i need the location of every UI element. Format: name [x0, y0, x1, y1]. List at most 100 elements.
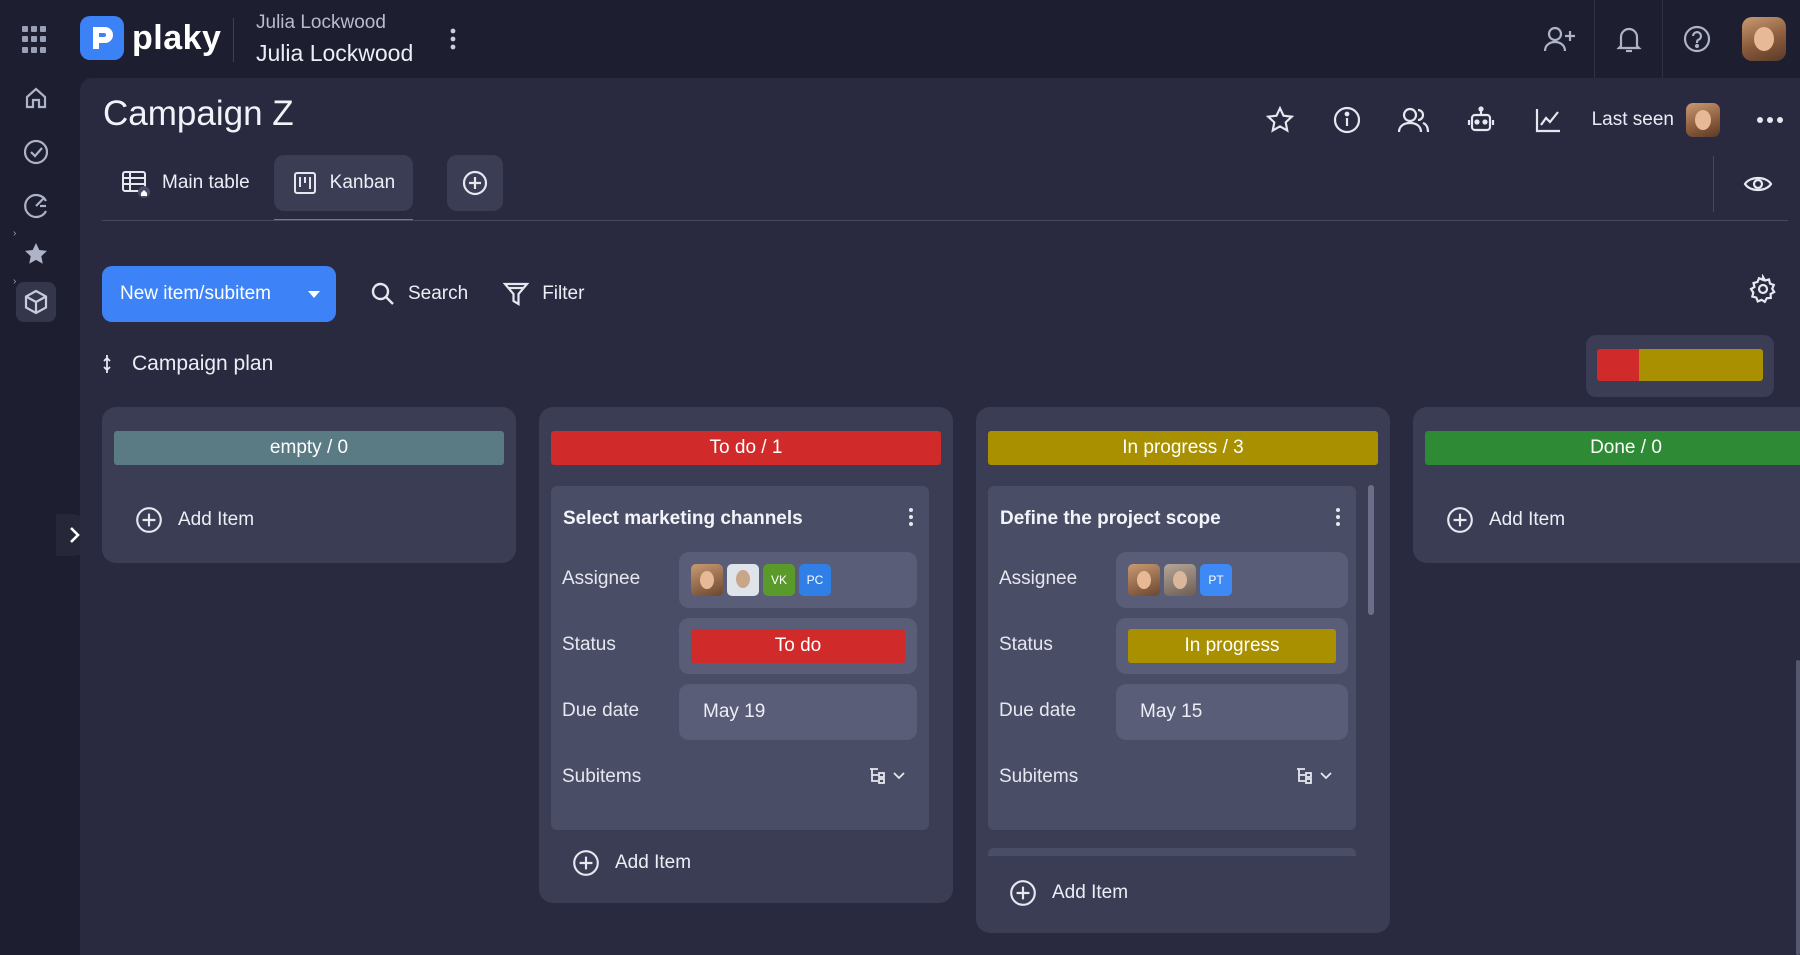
automations-robot-icon[interactable] [1448, 94, 1515, 146]
search-icon [371, 282, 394, 305]
kanban-card[interactable]: Define the project scope Assignee PT Sta… [988, 486, 1356, 830]
favorites-star-icon[interactable] [16, 234, 56, 274]
home-icon[interactable] [16, 78, 56, 118]
kanban-column-done: Done / 0 Add Item [1413, 407, 1800, 563]
plus-circle-icon [573, 850, 599, 876]
assignee-field[interactable]: VK PC [679, 552, 917, 608]
column-header[interactable]: To do / 1 [551, 431, 941, 465]
column-scrollbar[interactable] [1368, 485, 1374, 615]
group-status-summary[interactable] [1586, 335, 1774, 397]
invite-user-icon[interactable] [1526, 0, 1594, 78]
search-button[interactable]: Search [370, 281, 468, 307]
column-header[interactable]: In progress / 3 [988, 431, 1378, 465]
plus-circle-icon [1447, 507, 1473, 533]
my-work-check-icon[interactable] [16, 132, 56, 172]
status-field[interactable]: In progress [1116, 618, 1348, 674]
info-icon[interactable] [1314, 94, 1381, 146]
board-actions: Last seen [1247, 94, 1800, 146]
due-date-label: Due date [562, 700, 640, 721]
activity-icon[interactable] [16, 186, 56, 226]
status-pill: In progress [1128, 629, 1336, 663]
board-scrollbar[interactable] [1796, 660, 1800, 955]
board-title[interactable]: Campaign Z [103, 94, 294, 134]
assignee-label: Assignee [562, 568, 641, 589]
assignee-field[interactable]: PT [1116, 552, 1348, 608]
new-item-label: New item/subitem [120, 283, 271, 304]
more-options-icon[interactable] [1740, 117, 1800, 123]
board-settings-icon[interactable] [1748, 273, 1778, 309]
new-item-button[interactable]: New item/subitem [102, 266, 336, 322]
kanban-icon [293, 172, 316, 194]
view-tabs: Main table Kanban [102, 154, 504, 221]
add-item-button[interactable]: Add Item [571, 848, 691, 878]
add-view-button[interactable] [447, 155, 504, 211]
dashboard-chart-icon[interactable] [1515, 94, 1582, 146]
apps-grid-icon[interactable] [22, 26, 50, 54]
subitems-tree-icon [1297, 768, 1312, 784]
dropdown-caret-icon[interactable] [308, 290, 320, 298]
card-title[interactable]: Define the project scope [1000, 508, 1221, 530]
tab-kanban[interactable]: Kanban [273, 155, 414, 221]
due-date-field[interactable]: May 15 [1116, 684, 1348, 740]
status-label: Status [562, 634, 616, 655]
assignee-avatar [727, 564, 759, 596]
last-seen[interactable]: Last seen [1582, 103, 1740, 137]
due-date-label: Due date [999, 700, 1077, 721]
progress-segment [1638, 349, 1763, 381]
notifications-bell-icon[interactable] [1594, 0, 1662, 78]
view-visibility-button[interactable] [1732, 162, 1784, 206]
column-header[interactable]: empty / 0 [114, 431, 504, 465]
due-date-field[interactable]: May 19 [679, 684, 917, 740]
assignee-label: Assignee [999, 568, 1078, 589]
add-item-button[interactable]: Add Item [1008, 878, 1128, 908]
workspaces-expand-icon[interactable]: › [13, 276, 16, 287]
plaky-logo-icon [80, 16, 124, 60]
add-item-label: Add Item [1052, 882, 1129, 903]
next-card-edge[interactable] [988, 848, 1356, 856]
members-icon[interactable] [1381, 94, 1448, 146]
subitems-label: Subitems [562, 766, 642, 787]
assignee-avatar [1164, 564, 1196, 596]
plaky-logo[interactable]: plaky [80, 16, 221, 60]
workspace-menu-icon[interactable] [448, 26, 458, 57]
subitems-toggle[interactable] [867, 766, 905, 786]
assignee-avatar [1128, 564, 1160, 596]
assignee-initials-badge: PC [799, 564, 831, 596]
card-menu-icon[interactable] [1336, 508, 1340, 526]
column-header[interactable]: Done / 0 [1425, 431, 1800, 465]
filter-icon [502, 282, 530, 306]
add-item-button[interactable]: Add Item [134, 505, 254, 535]
user-avatar[interactable] [1742, 17, 1786, 61]
eye-icon [1743, 176, 1773, 192]
group-header[interactable]: Campaign plan [102, 344, 273, 384]
filter-button[interactable]: Filter [502, 280, 584, 308]
status-pill: To do [691, 629, 905, 663]
collapse-group-icon[interactable] [102, 353, 112, 375]
card-menu-icon[interactable] [909, 508, 913, 526]
divider [233, 18, 234, 62]
table-icon [122, 171, 150, 198]
kanban-column-empty: empty / 0 Add Item [102, 407, 516, 563]
card-title[interactable]: Select marketing channels [563, 508, 803, 530]
add-item-button[interactable]: Add Item [1445, 505, 1565, 535]
kanban-card[interactable]: Select marketing channels Assignee VK PC… [551, 486, 929, 830]
subitems-tree-icon [870, 768, 885, 784]
favorites-expand-icon[interactable]: › [13, 228, 16, 239]
chevron-right-icon [70, 527, 80, 543]
chevron-down-icon [1320, 772, 1332, 780]
board-main: Campaign Z Last seen Main table Kanban N… [80, 78, 1800, 955]
progress-segment [1597, 349, 1639, 381]
subitems-toggle[interactable] [1294, 766, 1332, 786]
workspace-owner: Julia Lockwood [256, 12, 386, 33]
workspaces-cube-icon[interactable] [16, 282, 56, 322]
help-icon[interactable] [1662, 0, 1730, 78]
favorite-star-icon[interactable] [1247, 94, 1314, 146]
status-progress-bar [1597, 349, 1763, 381]
plus-circle-icon [1010, 880, 1036, 906]
last-seen-avatar [1686, 103, 1720, 137]
workspace-name[interactable]: Julia Lockwood [256, 40, 413, 67]
status-field[interactable]: To do [679, 618, 917, 674]
divider [1713, 156, 1714, 212]
tab-main-table[interactable]: Main table [102, 155, 268, 211]
brand-name: plaky [132, 18, 222, 57]
